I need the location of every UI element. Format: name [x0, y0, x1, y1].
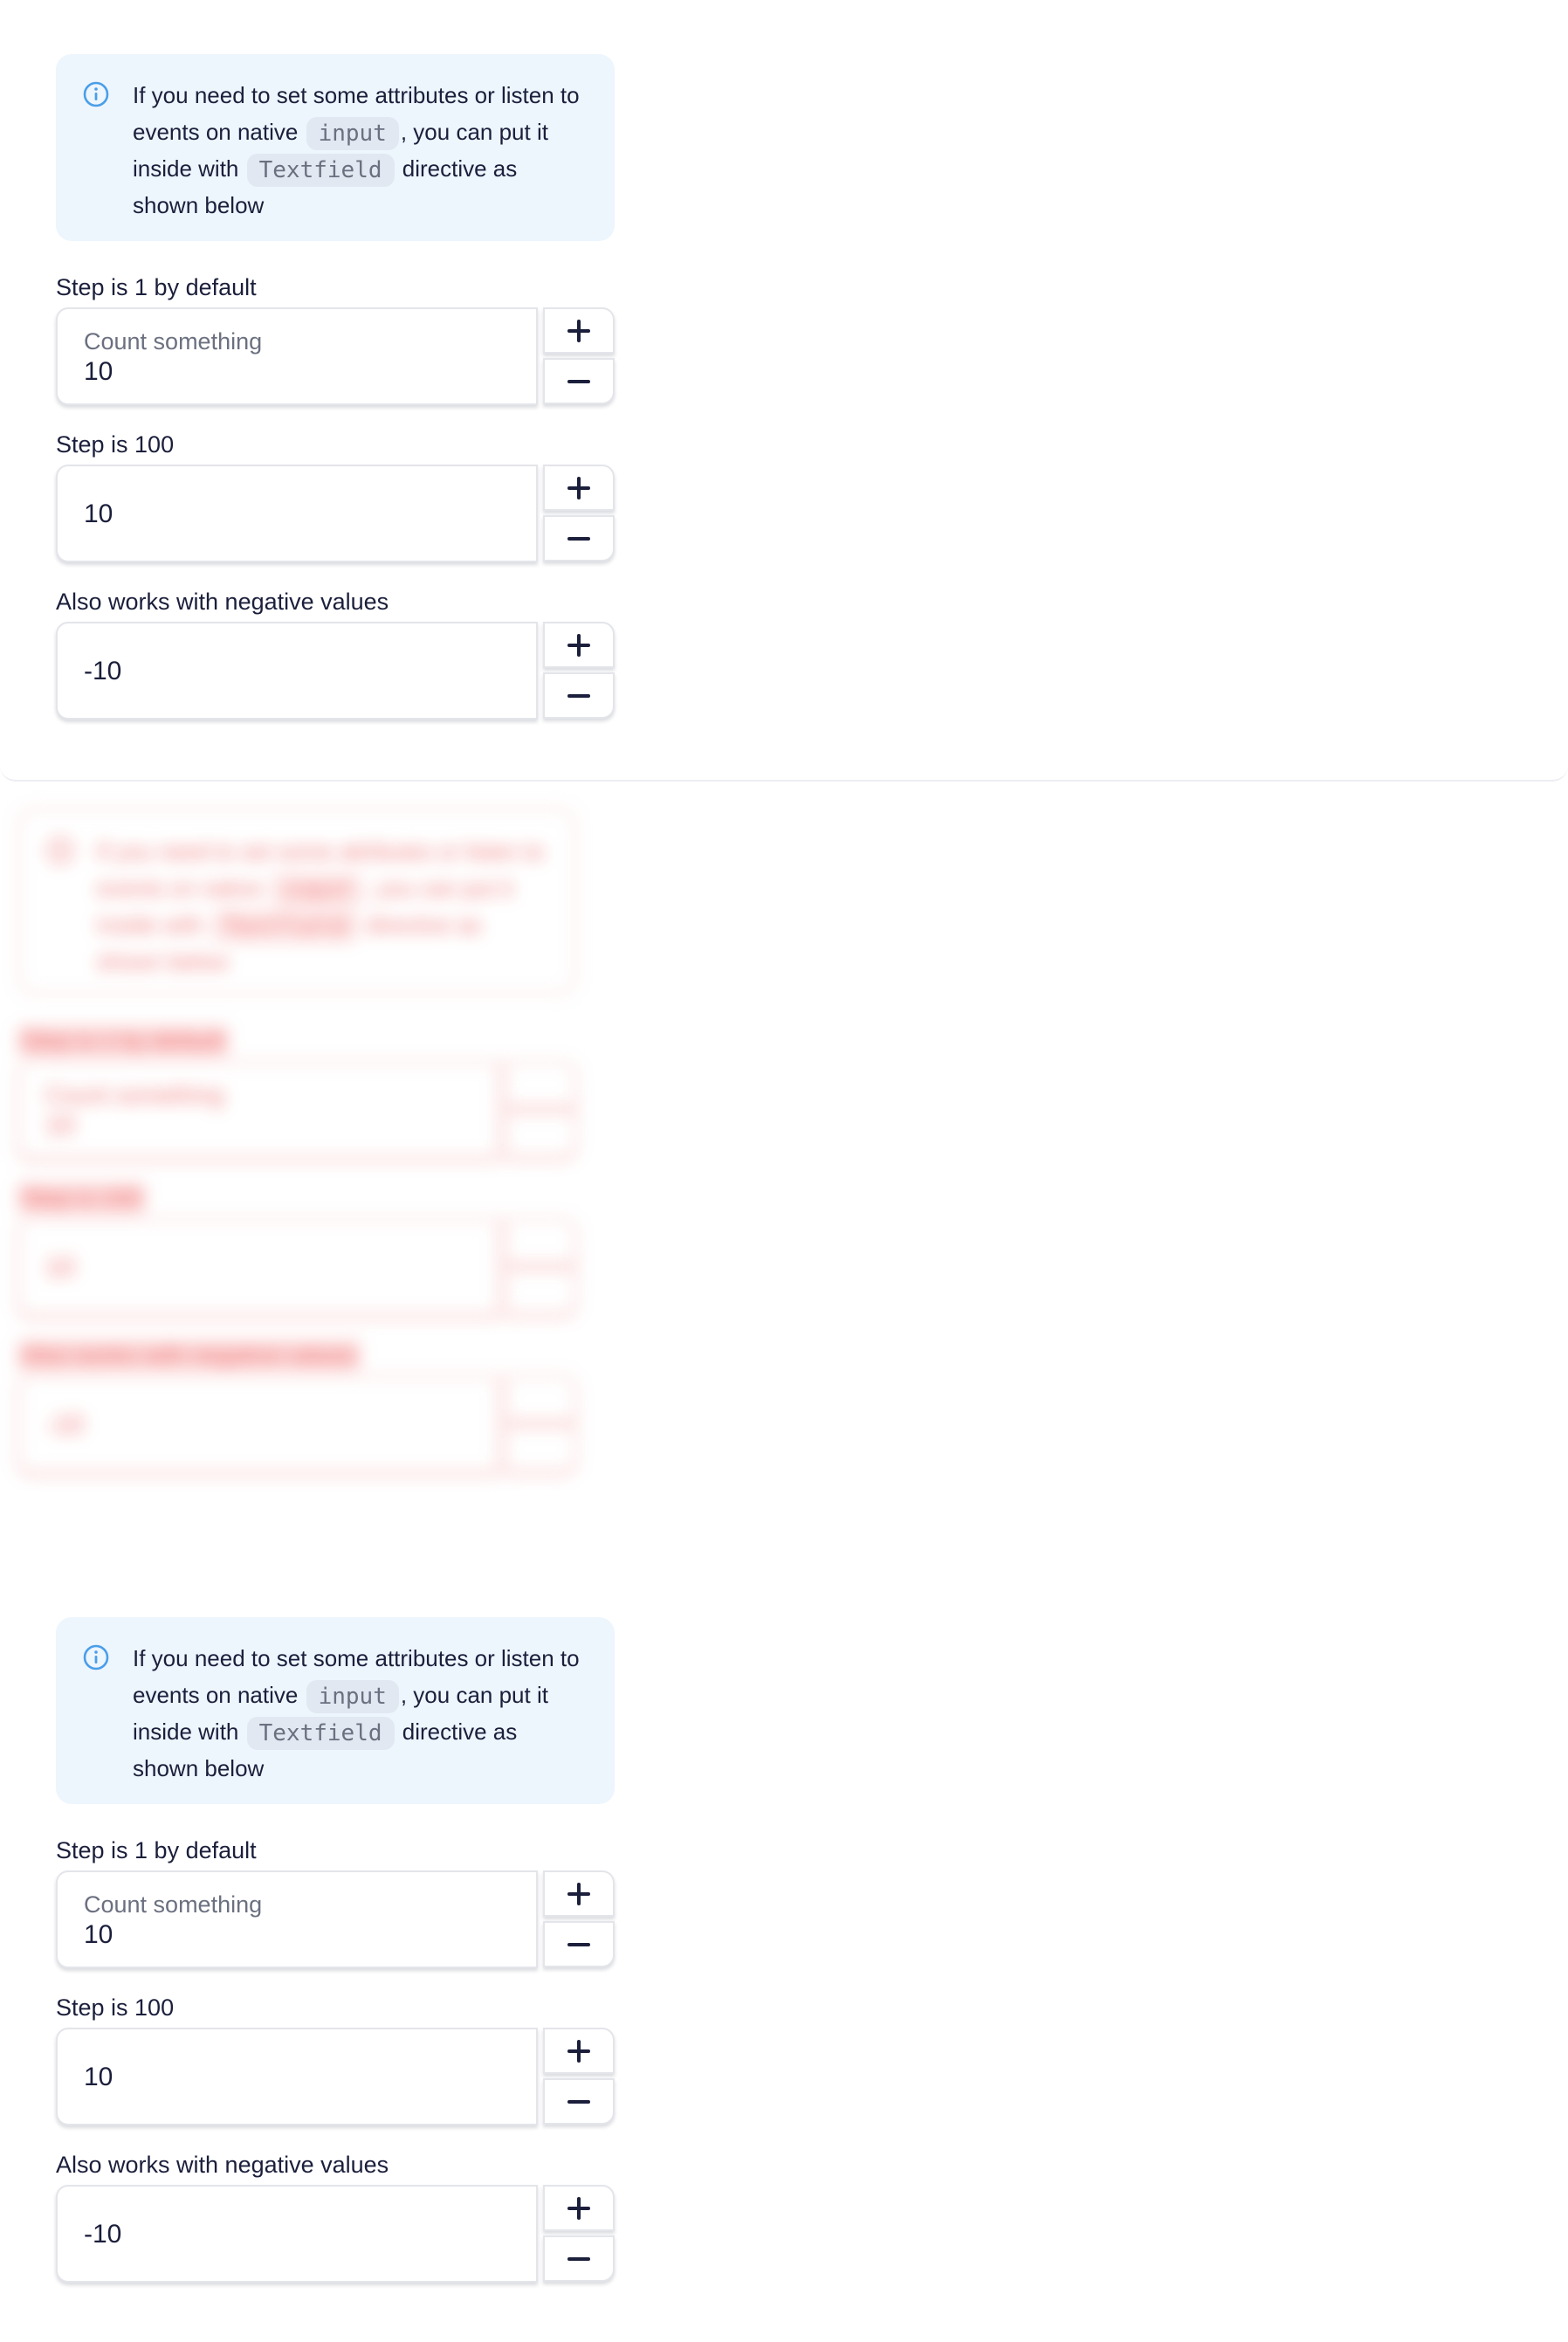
count-input: 10 — [17, 1218, 499, 1316]
count-input[interactable]: 10 — [56, 2028, 538, 2125]
count-input[interactable]: -10 — [56, 622, 538, 720]
field-label: Step is 1 by default — [56, 1837, 257, 1863]
decrement-button — [505, 1426, 576, 1472]
input-placeholder: Count something — [84, 328, 263, 355]
decrement-button[interactable] — [543, 2078, 615, 2125]
minus-icon — [567, 693, 590, 698]
decrement-button[interactable] — [543, 1921, 615, 1967]
count-input[interactable]: 10 — [56, 465, 538, 562]
field-negative: Also works with negative values -10 — [56, 2150, 615, 2283]
field-label: Also works with negative values — [56, 2152, 389, 2178]
code-input: input — [306, 117, 399, 151]
code-input: input — [306, 1680, 399, 1714]
decrement-button — [505, 1269, 576, 1315]
field-label: Step is 100 — [56, 431, 175, 458]
increment-button[interactable] — [543, 1870, 615, 1917]
input-count: Count something 10 — [56, 1870, 615, 1968]
field-label: Step is 100 — [56, 1994, 175, 2021]
input-count: Count something 10 — [17, 1061, 576, 1159]
increment-button[interactable] — [543, 465, 615, 511]
input-value: -10 — [84, 657, 122, 685]
input-count-demo: If you need to set some attributes or li… — [56, 54, 615, 720]
code-textfield: Textfield — [246, 1717, 395, 1751]
count-input: Count something 10 — [17, 1061, 499, 1159]
input-count: -10 — [56, 622, 615, 720]
input-value: 10 — [84, 499, 113, 528]
info-notification: If you need to set some attributes or li… — [17, 808, 576, 995]
input-value: 10 — [84, 2063, 113, 2091]
field-step-default: Step is 1 by default Count something 10 — [17, 1026, 576, 1159]
field-label: Step is 100 — [17, 1183, 147, 1213]
increment-button[interactable] — [543, 622, 615, 668]
info-icon — [83, 81, 109, 107]
minus-icon — [567, 536, 590, 541]
diff-highlight-overlay: If you need to set some attributes or li… — [17, 808, 576, 1473]
notification-text: If you need to set some attributes or li… — [97, 833, 544, 980]
minus-icon — [567, 2099, 590, 2104]
info-notification: If you need to set some attributes or li… — [56, 1617, 615, 1804]
info-icon — [47, 837, 73, 864]
input-value: 10 — [84, 1920, 113, 1949]
increment-button — [505, 1375, 576, 1422]
decrement-button[interactable] — [543, 515, 615, 561]
increment-button — [505, 1061, 576, 1107]
increment-button[interactable] — [543, 2028, 615, 2074]
info-icon — [83, 1644, 109, 1670]
field-negative: Also works with negative values -10 — [17, 1340, 576, 1473]
count-input[interactable]: Count something 10 — [56, 1870, 538, 1968]
field-label: Also works with negative values — [17, 1340, 361, 1370]
minus-icon — [567, 1942, 590, 1946]
diff-panel: If you need to set some attributes or li… — [0, 782, 1568, 1567]
input-count: -10 — [17, 1375, 576, 1473]
decrement-button[interactable] — [543, 672, 615, 719]
field-negative: Also works with negative values -10 — [56, 587, 615, 720]
field-step-100: Step is 100 10 — [17, 1183, 576, 1316]
info-notification: If you need to set some attributes or li… — [56, 54, 615, 241]
input-placeholder: Count something — [84, 1891, 263, 1918]
notification-text: If you need to set some attributes or li… — [133, 1640, 585, 1787]
code-input: input — [270, 873, 363, 907]
input-value: 10 — [84, 357, 113, 386]
field-step-default: Step is 1 by default Count something 10 — [56, 272, 615, 405]
plus-icon — [567, 1882, 590, 1905]
input-placeholder: Count something — [45, 1082, 224, 1108]
decrement-button[interactable] — [543, 358, 615, 404]
code-textfield: Textfield — [210, 910, 359, 944]
input-count: Count something 10 — [56, 307, 615, 405]
field-step-default: Step is 1 by default Count something 10 — [56, 1836, 615, 1968]
input-value: -10 — [84, 2220, 122, 2249]
field-step-100: Step is 100 10 — [56, 1993, 615, 2125]
code-textfield: Textfield — [246, 154, 395, 188]
decrement-button[interactable] — [543, 2235, 615, 2282]
field-label: Also works with negative values — [56, 589, 389, 615]
plus-icon — [567, 633, 590, 657]
increment-button[interactable] — [543, 307, 615, 354]
example-panel-bottom: If you need to set some attributes or li… — [0, 1563, 1568, 2342]
input-count-demo: If you need to set some attributes or li… — [56, 1617, 615, 2283]
count-input[interactable]: -10 — [56, 2185, 538, 2283]
input-count: 10 — [17, 1218, 576, 1316]
plus-icon — [567, 476, 590, 499]
example-panel-top: If you need to set some attributes or li… — [0, 0, 1568, 782]
plus-icon — [567, 2196, 590, 2220]
input-count: 10 — [56, 465, 615, 562]
field-label: Step is 1 by default — [56, 274, 257, 300]
minus-icon — [567, 2256, 590, 2261]
input-value: 10 — [45, 1253, 75, 1282]
count-input[interactable]: Count something 10 — [56, 307, 538, 405]
decrement-button — [505, 1112, 576, 1158]
plus-icon — [567, 2039, 590, 2063]
input-value: 10 — [45, 1111, 75, 1140]
field-label: Step is 1 by default — [17, 1026, 229, 1056]
minus-icon — [567, 379, 590, 383]
plus-icon — [567, 319, 590, 342]
field-step-100: Step is 100 10 — [56, 430, 615, 562]
input-value: -10 — [45, 1410, 84, 1439]
count-input: -10 — [17, 1375, 499, 1473]
input-count: 10 — [56, 2028, 615, 2125]
notification-text: If you need to set some attributes or li… — [133, 77, 585, 224]
input-count: -10 — [56, 2185, 615, 2283]
increment-button — [505, 1218, 576, 1264]
increment-button[interactable] — [543, 2185, 615, 2231]
